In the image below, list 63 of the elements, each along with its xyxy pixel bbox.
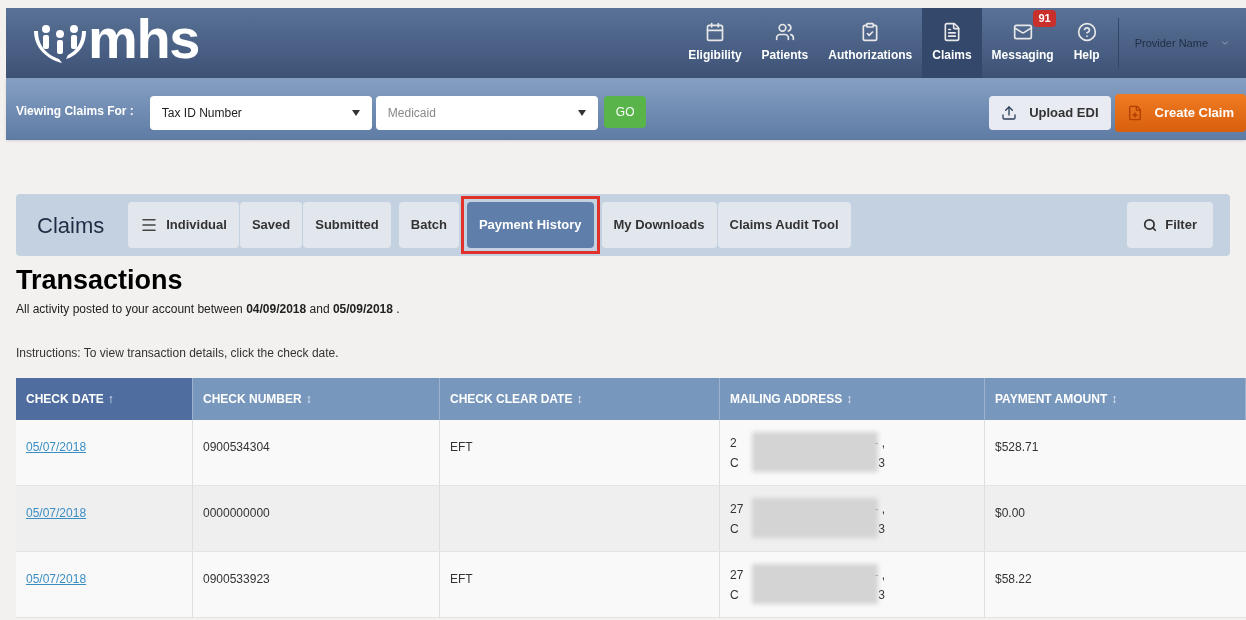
filter-button[interactable]: Filter xyxy=(1127,202,1213,248)
nav-item[interactable]: Claims xyxy=(922,8,982,78)
nav-item[interactable]: Eligibility xyxy=(678,8,752,78)
summary-text: All activity posted to your account between 04/09/2018 and 05/09/2018 . xyxy=(16,300,401,318)
upload-icon xyxy=(1001,105,1018,121)
address-fragment: C xyxy=(730,586,739,604)
sort-arrow-icon: ↕ xyxy=(1111,389,1118,408)
column-header[interactable]: CHECK DATE ↑ xyxy=(16,377,193,420)
claims-tab[interactable]: Individual xyxy=(128,202,239,248)
table-cell: 0000000000 xyxy=(203,505,270,520)
sort-arrow-icon: ↕ xyxy=(305,389,312,408)
table-cell: $528.71 xyxy=(995,439,1039,454)
table-cell: 0900534304 xyxy=(203,439,270,454)
claims-tab[interactable]: Batch xyxy=(398,202,459,248)
instructions-text: Instructions: To view transaction details, click the check date. xyxy=(16,344,340,362)
address-fragment: 2 xyxy=(730,434,737,452)
address-fragment: - , xyxy=(874,566,885,584)
search-icon xyxy=(1143,218,1158,232)
address-fragment: - , xyxy=(874,434,885,452)
select-field[interactable]: Tax ID Number xyxy=(149,96,372,130)
nav-item[interactable]: Help xyxy=(1063,8,1110,78)
address-fragment: 27 xyxy=(730,500,744,518)
claims-tab[interactable]: Payment History xyxy=(466,202,594,248)
select-field[interactable]: Medicaid xyxy=(375,96,598,130)
sort-arrow-icon: ↕ xyxy=(846,389,853,408)
logo-text: mhs xyxy=(88,11,199,67)
page-heading: Transactions xyxy=(16,264,184,297)
table-cell: EFT xyxy=(450,439,473,454)
address-fragment: C xyxy=(730,520,739,538)
check-date-link[interactable]: 05/07/2018 xyxy=(26,439,87,454)
claims-tab[interactable]: Claims Audit Tool xyxy=(717,202,851,248)
toolbar-title: Claims xyxy=(36,211,106,240)
upload-edi-button[interactable]: Upload EDI xyxy=(989,96,1111,130)
address-fragment: 3 xyxy=(878,586,885,604)
viewing-label: Viewing Claims For : xyxy=(16,103,134,120)
address-fragment: 3 xyxy=(878,454,885,472)
nav-item[interactable]: Authorizations xyxy=(818,8,923,78)
message-count-badge: 91 xyxy=(1033,10,1056,27)
sort-arrow-icon: ↑ xyxy=(107,389,114,408)
address-fragment: - , xyxy=(874,500,885,518)
nav-icon xyxy=(774,22,795,42)
sort-arrow-icon: ↕ xyxy=(576,389,583,408)
table-cell: EFT xyxy=(450,571,473,586)
nav-item[interactable]: Messaging 91 xyxy=(981,8,1064,78)
address-fragment: 27 xyxy=(730,566,744,584)
table-cell: 0900533923 xyxy=(203,571,270,586)
document-plus-icon xyxy=(1126,105,1143,121)
caret-icon xyxy=(577,110,586,116)
check-date-link[interactable]: 05/07/2018 xyxy=(26,571,87,586)
nav-icon xyxy=(704,22,725,42)
table-cell: $0.00 xyxy=(995,505,1026,520)
nav-icon xyxy=(1076,22,1097,42)
address-fragment: 3 xyxy=(878,520,885,538)
claims-tab[interactable]: My Downloads xyxy=(601,202,717,248)
table-cell: $58.22 xyxy=(995,571,1032,586)
caret-icon xyxy=(351,110,360,116)
address-fragment: C xyxy=(730,454,739,472)
nav-icon xyxy=(860,22,881,42)
nav-icon xyxy=(1012,22,1033,42)
caret-icon xyxy=(1220,38,1230,48)
nav-item[interactable]: Patients xyxy=(751,8,819,78)
claims-tab[interactable]: Submitted xyxy=(303,202,391,248)
claims-tab[interactable]: Saved xyxy=(239,202,303,248)
